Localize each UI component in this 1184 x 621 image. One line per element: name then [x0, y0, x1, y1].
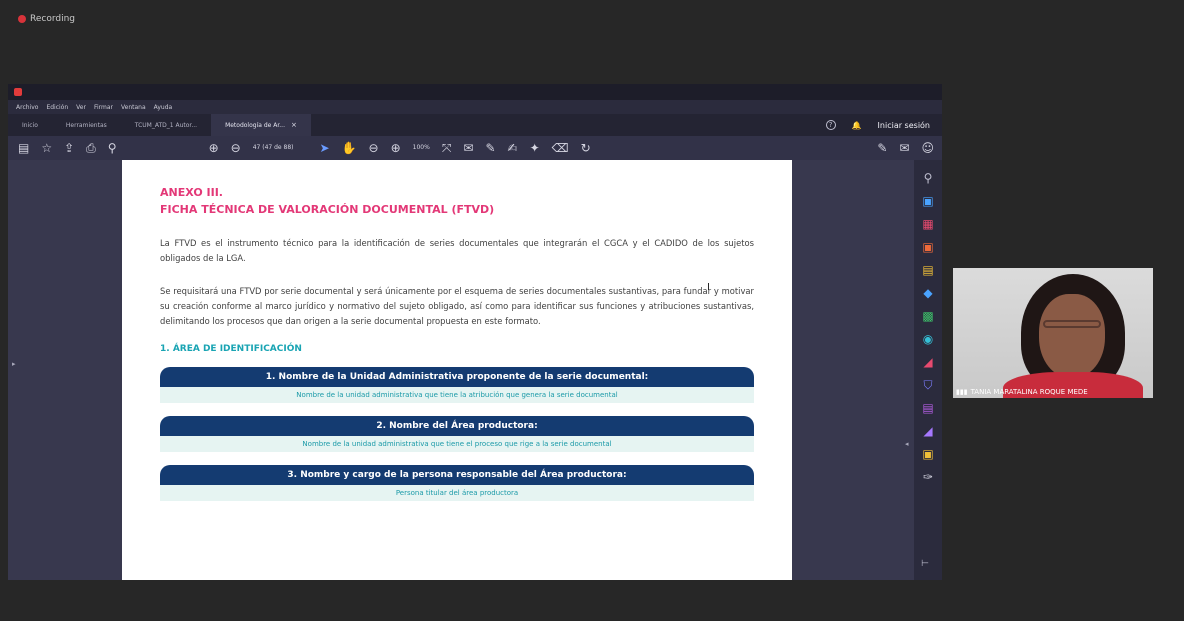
- page-indicator[interactable]: 47 (47 de 88): [253, 145, 294, 151]
- app-logo-icon: [14, 88, 22, 96]
- document-viewport[interactable]: ▸ ANEXO III. FICHA TÉCNICA DE VALORACIÓN…: [8, 160, 914, 580]
- requirement-paragraph: Se requisitará una FTVD por serie docume…: [160, 286, 754, 326]
- toolbar-right: ✎ ✉ ☺: [877, 141, 942, 155]
- tab-herramientas[interactable]: Herramientas: [52, 114, 121, 136]
- sidebar-toggle-icon[interactable]: ▤: [18, 142, 29, 154]
- menu-archivo[interactable]: Archivo: [16, 104, 38, 111]
- organize-pages-icon[interactable]: ▦: [922, 216, 933, 232]
- title-bar: [8, 84, 942, 100]
- tab-label: Metodología de Ar...: [225, 121, 285, 129]
- field-block-3: 3. Nombre y cargo de la persona responsa…: [160, 465, 754, 501]
- main-toolbar: ▤ ☆ ⇪ ⎙ ⚲ ⊕ ⊖ 47 (47 de 88) ➤ ✋ ⊖ ⊕ 100%…: [8, 136, 942, 160]
- menu-bar: Archivo Edición Ver Firmar Ventana Ayuda: [8, 100, 942, 114]
- protect-icon[interactable]: ◉: [923, 331, 933, 347]
- section-title: 1. ÁREA DE IDENTIFICACIÓN: [160, 344, 302, 354]
- menu-firmar[interactable]: Firmar: [94, 104, 113, 111]
- field-block-1: 1. Nombre de la Unidad Administrativa pr…: [160, 367, 754, 403]
- field-label: 1. Nombre de la Unidad Administrativa pr…: [160, 367, 754, 387]
- menu-ver[interactable]: Ver: [76, 104, 86, 111]
- participant-label: ▮▮▮ TANIA MARATALINA ROQUE MEDE: [953, 386, 1153, 398]
- combine-icon[interactable]: ◆: [923, 285, 932, 301]
- delete-icon[interactable]: ⌫: [552, 142, 569, 154]
- zoom-out-icon[interactable]: ⊖: [369, 142, 379, 154]
- pdf-page: ANEXO III. FICHA TÉCNICA DE VALORACIÓN D…: [122, 160, 792, 580]
- page-up-icon[interactable]: ⊕: [209, 142, 219, 154]
- search-icon[interactable]: ⚲: [108, 142, 117, 154]
- signal-icon: ▮▮▮: [956, 388, 968, 396]
- comment-icon[interactable]: ▤: [922, 262, 933, 278]
- field-block-2: 2. Nombre del Área productora: Nombre de…: [160, 416, 754, 452]
- tab-label: TCUM_ATD_1 Autor...: [134, 121, 198, 129]
- menu-edicion[interactable]: Edición: [46, 104, 68, 111]
- upload-icon[interactable]: ⇪: [64, 142, 74, 154]
- close-icon[interactable]: ×: [291, 121, 297, 129]
- shield-icon[interactable]: ⛉: [923, 377, 932, 393]
- redact-icon[interactable]: ◢: [923, 354, 932, 370]
- search-icon[interactable]: ⚲: [924, 170, 933, 186]
- field-value: Nombre de la unidad administrativa que t…: [160, 387, 754, 403]
- text-cursor-icon: I: [707, 282, 710, 293]
- collapse-right-icon[interactable]: ◂: [905, 440, 909, 448]
- participant-face: [1039, 294, 1105, 378]
- tab-document-1[interactable]: TCUM_ATD_1 Autor...: [121, 114, 211, 136]
- sign-icon[interactable]: ◢: [923, 423, 932, 439]
- share-icon[interactable]: ✎: [877, 141, 887, 155]
- video-tile: ▮▮▮ TANIA MARATALINA ROQUE MEDE: [953, 268, 1153, 398]
- fit-page-icon[interactable]: ⤧: [442, 142, 452, 154]
- pdf-reader-window: Archivo Edición Ver Firmar Ventana Ayuda…: [8, 84, 942, 580]
- field-value: Nombre de la unidad administrativa que t…: [160, 436, 754, 452]
- page-down-icon[interactable]: ⊖: [231, 142, 241, 154]
- tab-label: Inicio: [22, 121, 38, 129]
- bell-icon[interactable]: 🔔: [852, 121, 862, 130]
- tools-sidebar: ⚲ ▣ ▦ ▣ ▤ ◆ ▩ ◉ ◢ ⛉ ▤ ◢ ▣ ✑: [914, 160, 942, 580]
- send-icon[interactable]: ▣: [922, 446, 933, 462]
- participant-name: TANIA MARATALINA ROQUE MEDE: [970, 388, 1088, 396]
- comment-icon[interactable]: ✉: [463, 142, 473, 154]
- field-value: Persona titular del área productora: [160, 485, 754, 501]
- sign-icon[interactable]: ✍: [508, 142, 518, 154]
- tab-label: Herramientas: [65, 121, 107, 129]
- menu-ventana[interactable]: Ventana: [121, 104, 146, 111]
- field-label: 2. Nombre del Área productora:: [160, 416, 754, 436]
- help-icon[interactable]: ?: [825, 120, 836, 130]
- field-label: 3. Nombre y cargo de la persona responsa…: [160, 465, 754, 485]
- star-icon[interactable]: ☆: [41, 142, 52, 154]
- compress-icon[interactable]: ▩: [922, 308, 933, 324]
- recording-label: Recording: [30, 14, 76, 24]
- expand-left-icon[interactable]: ▸: [12, 360, 16, 368]
- stamp-icon[interactable]: ✦: [530, 142, 540, 154]
- account-icon[interactable]: ☺: [921, 141, 934, 155]
- more-tools-icon[interactable]: ✑: [923, 469, 933, 485]
- print-icon[interactable]: ⎙: [86, 142, 96, 154]
- tab-inicio[interactable]: Inicio: [8, 114, 52, 136]
- record-icon: [18, 15, 26, 23]
- intro-paragraph: La FTVD es el instrumento técnico para l…: [160, 238, 754, 263]
- zoom-in-icon[interactable]: ⊕: [391, 142, 401, 154]
- zoom-level[interactable]: 100%: [413, 145, 430, 151]
- select-cursor-icon[interactable]: ➤: [320, 142, 330, 154]
- rotate-icon[interactable]: ↻: [581, 142, 591, 154]
- signin-button[interactable]: Iniciar sesión: [878, 121, 930, 130]
- highlight-icon[interactable]: ✎: [485, 142, 495, 154]
- edit-pdf-icon[interactable]: ▣: [922, 239, 933, 255]
- form-icon[interactable]: ▤: [922, 400, 933, 416]
- collapse-panel-icon[interactable]: ⊢: [921, 559, 929, 569]
- tab-document-active[interactable]: Metodología de Ar... ×: [211, 114, 311, 136]
- recording-indicator: Recording: [18, 14, 75, 24]
- header-right: ? 🔔 Iniciar sesión: [825, 120, 942, 130]
- annex-title: ANEXO III.: [160, 186, 223, 199]
- mail-icon[interactable]: ✉: [899, 141, 909, 155]
- screen: Recording Archivo Edición Ver Firmar Ven…: [0, 0, 1184, 621]
- ftvd-title: FICHA TÉCNICA DE VALORACIÓN DOCUMENTAL (…: [160, 203, 495, 216]
- export-pdf-icon[interactable]: ▣: [922, 193, 933, 209]
- hand-icon[interactable]: ✋: [342, 142, 357, 154]
- tab-bar: Inicio Herramientas TCUM_ATD_1 Autor... …: [8, 114, 942, 136]
- menu-ayuda[interactable]: Ayuda: [154, 104, 173, 111]
- participant-glasses: [1043, 320, 1101, 328]
